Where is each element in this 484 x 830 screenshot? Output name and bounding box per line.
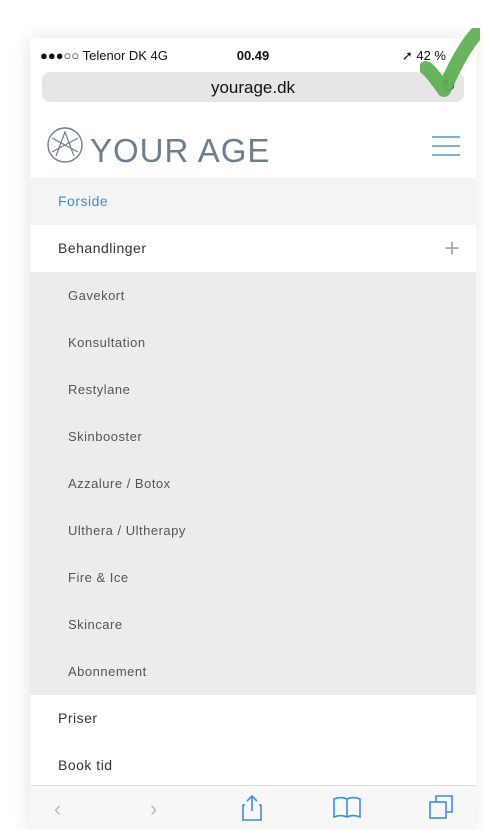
status-bar: ●●●○○ Telenor DK 4G 00.49 ➚ 42 % [30,38,476,70]
submenu-item[interactable]: Konsultation [30,319,476,366]
submenu-item[interactable]: Skincare [30,601,476,648]
submenu-item[interactable]: Fire & Ice [30,554,476,601]
hamburger-menu-icon[interactable] [432,136,460,163]
submenu-item[interactable]: Ulthera / Ultherapy [30,507,476,554]
checkmark-annotation [420,28,480,97]
submenu-item[interactable]: Restylane [30,366,476,413]
bookmarks-icon[interactable] [332,796,362,820]
submenu-item[interactable]: Skinbooster [30,413,476,460]
submenu-item[interactable]: Azzalure / Botox [30,460,476,507]
brand-name: YOUR AGE [90,132,271,169]
menu-item-forside[interactable]: Forside [30,178,476,225]
tabs-icon[interactable] [428,794,454,820]
forward-icon[interactable]: › [150,796,157,822]
menu-item-behandlinger[interactable]: Behandlinger + [30,225,476,272]
nav-menu: Forside Behandlinger + Gavekort Konsulta… [30,178,476,789]
url-text: yourage.dk [210,78,296,97]
submenu-item[interactable]: Gavekort [30,272,476,319]
share-icon[interactable] [240,794,264,822]
site-header: YOUR AGE [30,114,476,179]
plus-icon[interactable]: + [444,225,460,272]
address-bar[interactable]: yourage.dk ↻ [42,72,464,102]
menu-item-label: Behandlinger [58,240,147,256]
phone-screen: ●●●○○ Telenor DK 4G 00.49 ➚ 42 % yourage… [30,38,476,830]
submenu-item[interactable]: Abonnement [30,648,476,695]
logo-icon [47,127,83,163]
menu-item-priser[interactable]: Priser [30,695,476,742]
back-icon[interactable]: ‹ [54,796,61,822]
browser-toolbar: ‹ › [30,785,476,830]
menu-item-book-tid[interactable]: Book tid [30,742,476,789]
